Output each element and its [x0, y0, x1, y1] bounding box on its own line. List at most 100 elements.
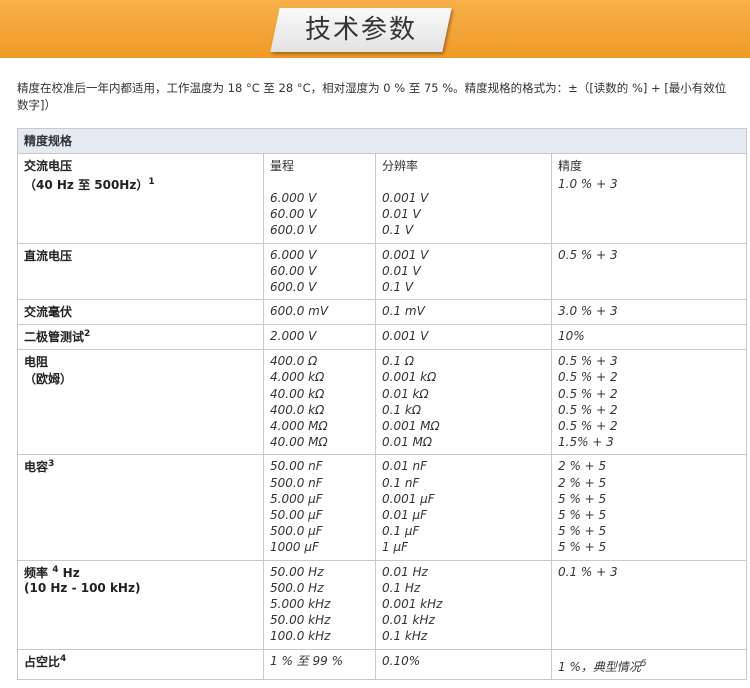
resolutions-dc-voltage: 0.001 V 0.01 V 0.1 V [375, 242, 552, 301]
resolution-value: 0.1 V [382, 223, 414, 238]
resolution-value: 0.01 nF [382, 459, 428, 474]
label-frequency: 频率 4 Hz (10 Hz - 100 kHz) [17, 559, 264, 650]
accuracy-resistance: 0.5 % + 3 0.5 % + 2 0.5 % + 2 0.5 % + 2 … [551, 349, 747, 456]
range-value: 4.000 kΩ [270, 370, 325, 385]
capacitance-label: 电容 [24, 460, 49, 475]
row-dc-voltage: 直流电压 6.000 V 60.00 V 600.0 V 0.001 V 0.0… [17, 242, 747, 301]
accuracy-ac-voltage: 精度 1.0 % + 3 [551, 153, 747, 244]
accuracy-value: 3.0 % + 3 [558, 304, 618, 319]
resolution-value: 0.01 kΩ [382, 386, 429, 401]
col-header-resolution: 分辨率 [382, 159, 419, 173]
label-diode: 二极管测试2 [17, 324, 264, 351]
ranges-ac-voltage: 量程 6.000 V 60.00 V 600.0 V [263, 153, 376, 244]
accuracy-spec-table: 精度规格 交流电压 （40 Hz 至 500Hz）1 量程 6.000 V 60… [17, 128, 747, 680]
diode-footnote: 2 [84, 329, 91, 340]
label-duty-cycle: 占空比4 [17, 648, 264, 680]
accuracy-value: 5 % + 5 [558, 540, 607, 555]
resolution-duty-cycle: 0.10% [375, 648, 552, 680]
resistance-label: 电阻 [24, 355, 49, 370]
col-header-range: 量程 [270, 159, 295, 173]
resolution-value: 0.10% [382, 653, 421, 668]
row-ac-mv: 交流毫伏 600.0 mV 0.1 mV 3.0 % + 3 [17, 299, 747, 326]
label-ac-mv: 交流毫伏 [17, 299, 264, 326]
accuracy-value: 0.1 % + 3 [558, 564, 618, 579]
range-value: 500.0 Hz [270, 580, 324, 595]
range-value: 600.0 mV [270, 304, 329, 319]
header-banner: 技术参数 [0, 0, 750, 58]
resolution-value: 0.001 MΩ [382, 419, 440, 434]
ranges-ac-mv: 600.0 mV [263, 299, 376, 326]
accuracy-dc-voltage: 0.5 % + 3 [551, 242, 747, 301]
resolution-value: 0.01 µF [382, 508, 428, 523]
row-duty-cycle: 占空比4 1 % 至 99 % 0.10% 1 %，典型情况5 [17, 648, 747, 680]
range-value: 50.00 µF [270, 508, 323, 523]
range-value: 6.000 V [270, 247, 317, 262]
range-value: 50.00 kHz [270, 613, 331, 628]
range-value: 60.00 V [270, 263, 317, 278]
range-value: 500.0 µF [270, 524, 323, 539]
resolution-value: 0.1 V [382, 280, 414, 295]
range-value: 40.00 MΩ [270, 435, 328, 450]
ranges-resistance: 400.0 Ω 4.000 kΩ 40.00 kΩ 400.0 kΩ 4.000… [263, 349, 376, 456]
label-ac-voltage: 交流电压 （40 Hz 至 500Hz）1 [17, 153, 264, 244]
accuracy-value: 10% [558, 329, 585, 344]
col-header-accuracy: 精度 [558, 159, 583, 173]
accuracy-value: 0.5 % + 2 [558, 419, 618, 434]
ranges-dc-voltage: 6.000 V 60.00 V 600.0 V [263, 242, 376, 301]
section-header-row: 精度规格 [17, 128, 747, 154]
accuracy-value: 0.5 % + 2 [558, 402, 618, 417]
page-title: 技术参数 [304, 15, 417, 45]
range-value: 600.0 V [270, 280, 317, 295]
ranges-diode: 2.000 V [263, 324, 376, 351]
ranges-capacitance: 50.00 nF 500.0 nF 5.000 µF 50.00 µF 500.… [263, 454, 376, 561]
accuracy-value: 1.0 % + 3 [558, 177, 618, 191]
diode-label: 二极管测试 [24, 330, 85, 345]
resolution-value: 0.01 kHz [382, 613, 435, 628]
range-value: 1000 µF [270, 540, 319, 555]
range-value: 100.0 kHz [270, 629, 331, 644]
resolution-value: 0.1 µF [382, 524, 420, 539]
intro-text: 精度在校准后一年内都适用，工作温度为 18 °C 至 28 °C，相对湿度为 0… [17, 81, 727, 112]
range-value: 500.0 nF [270, 475, 323, 490]
row-diode: 二极管测试2 2.000 V 0.001 V 10% [17, 324, 747, 351]
range-value: 2.000 V [270, 329, 317, 344]
resolution-value: 0.01 Hz [382, 564, 428, 579]
ac-voltage-sublabel: （40 Hz 至 500Hz） [24, 178, 149, 192]
ac-voltage-footnote: 1 [148, 177, 155, 187]
ac-voltage-label: 交流电压 [24, 159, 73, 173]
duty-cycle-accuracy-footnote: 5 [640, 658, 647, 669]
resolutions-ac-mv: 0.1 mV [375, 299, 552, 326]
resolution-value: 0.001 V [382, 247, 429, 262]
accuracy-value: 1.5% + 3 [558, 435, 614, 450]
row-ac-voltage: 交流电压 （40 Hz 至 500Hz）1 量程 6.000 V 60.00 V… [17, 153, 747, 244]
range-value: 1 % 至 99 % [270, 653, 343, 668]
accuracy-value: 0.5 % + 3 [558, 247, 618, 262]
range-value: 50.00 Hz [270, 564, 324, 579]
accuracy-frequency: 0.1 % + 3 [551, 559, 747, 650]
range-value: 6.000 V [270, 191, 317, 205]
duty-cycle-label: 占空比 [24, 654, 61, 669]
resolutions-frequency: 0.01 Hz 0.1 Hz 0.001 kHz 0.01 kHz 0.1 kH… [375, 559, 552, 650]
resolution-value: 0.1 mV [382, 304, 425, 319]
resolution-value: 0.1 nF [382, 475, 420, 490]
resolution-value: 0.1 Hz [382, 580, 421, 595]
resolution-value: 0.1 Ω [382, 354, 415, 369]
resolution-value: 0.01 V [382, 263, 421, 278]
accuracy-diode: 10% [551, 324, 747, 351]
range-value: 4.000 MΩ [270, 419, 328, 434]
label-capacitance: 电容3 [17, 454, 264, 561]
range-duty-cycle: 1 % 至 99 % [263, 648, 376, 680]
accuracy-capacitance: 2 % + 5 2 % + 5 5 % + 5 5 % + 5 5 % + 5 … [551, 454, 747, 561]
row-frequency: 频率 4 Hz (10 Hz - 100 kHz) 50.00 Hz 500.0… [17, 559, 747, 650]
range-value: 400.0 Ω [270, 354, 318, 369]
duty-cycle-footnote: 4 [60, 653, 67, 664]
range-value: 60.00 V [270, 207, 317, 222]
resolution-value: 0.001 V [382, 191, 429, 205]
resolution-value: 0.001 kHz [382, 597, 443, 612]
accuracy-value: 2 % + 5 [558, 475, 607, 490]
accuracy-value: 2 % + 5 [558, 459, 607, 474]
section-title: 精度规格 [17, 128, 747, 154]
resolutions-resistance: 0.1 Ω 0.001 kΩ 0.01 kΩ 0.1 kΩ 0.001 MΩ 0… [375, 349, 552, 456]
accuracy-value: 5 % + 5 [558, 491, 607, 506]
range-value: 50.00 nF [270, 459, 323, 474]
